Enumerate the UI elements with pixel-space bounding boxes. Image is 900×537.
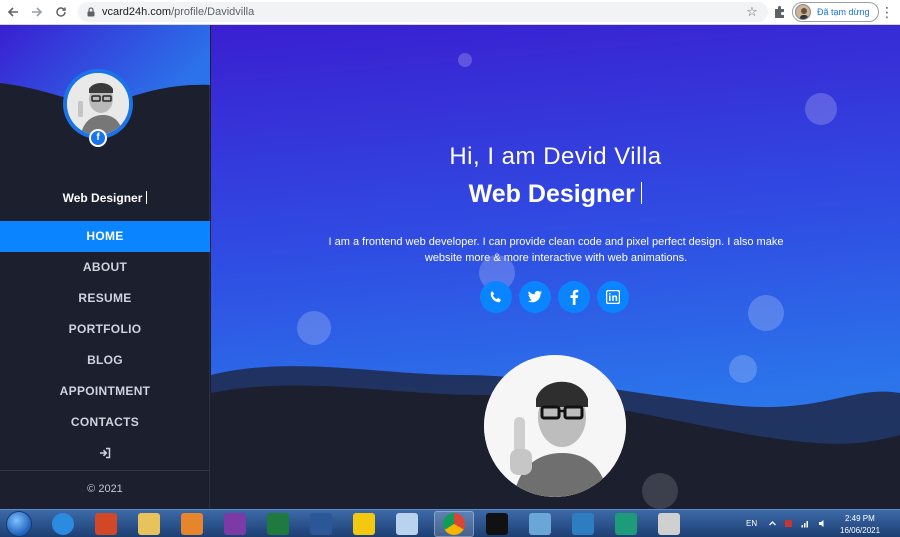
linkedin-icon (606, 290, 620, 304)
tray-expand-icon[interactable] (768, 519, 777, 528)
decor-bubble (748, 295, 784, 331)
clock-date[interactable]: 16/06/2021 (840, 526, 880, 535)
decor-bubble (458, 53, 472, 67)
app-icon[interactable] (486, 513, 508, 535)
paint-icon[interactable] (529, 513, 551, 535)
hero-description: I am a frontend web developer. I can pro… (328, 236, 784, 264)
menu-item-portfolio[interactable]: PORTFOLIO (0, 314, 210, 345)
reload-icon (56, 7, 66, 17)
clock-time[interactable]: 2:49 PM (845, 514, 875, 523)
tray-flag-icon[interactable] (784, 519, 793, 528)
sidebar-menu: HOME ABOUT RESUME PORTFOLIO BLOG APPOINT… (0, 221, 210, 438)
internet-explorer-icon[interactable] (52, 513, 74, 535)
menu-item-resume[interactable]: RESUME (0, 283, 210, 314)
eye-app-icon[interactable] (658, 513, 680, 535)
typing-cursor (146, 191, 148, 204)
windows-taskbar: EN 2:49 PM 16/06/2021 (0, 509, 900, 537)
phone-button[interactable] (480, 281, 512, 313)
network-signal-icon[interactable] (801, 519, 810, 528)
hero-role: Web Designer (211, 180, 900, 209)
hero-greeting: Hi, I am Devid Villa (449, 143, 662, 170)
address-bar[interactable]: vcard24h.com/profile/Davidvilla (78, 2, 768, 22)
facebook-button[interactable] (558, 281, 590, 313)
menu-item-home[interactable]: HOME (0, 221, 210, 252)
menu-item-blog[interactable]: BLOG (0, 345, 210, 376)
phone-icon (490, 291, 501, 303)
media-player-icon[interactable] (181, 513, 203, 535)
hero-portrait (484, 355, 626, 497)
lock-icon (87, 7, 95, 17)
sidebar: f Web Designer HOME ABOUT RESUME PORTFOL… (0, 25, 210, 509)
back-button[interactable] (2, 1, 24, 23)
notepad-icon[interactable] (396, 513, 418, 535)
typing-cursor (640, 182, 643, 204)
forward-button[interactable] (26, 1, 48, 23)
profile-status: Đã tạm dừng (817, 7, 870, 17)
decor-bubble (642, 473, 678, 509)
twitter-icon (527, 290, 542, 303)
menu-item-about[interactable]: ABOUT (0, 252, 210, 283)
forward-arrow-icon (32, 7, 43, 17)
language-indicator[interactable]: EN (746, 519, 757, 528)
powerpoint-icon[interactable] (95, 513, 117, 535)
sidebar-role-title: Web Designer (0, 191, 210, 205)
decor-bubble (805, 93, 837, 125)
power-bi-icon[interactable] (353, 513, 375, 535)
menu-item-contacts[interactable]: CONTACTS (0, 407, 210, 438)
onenote-icon[interactable] (224, 513, 246, 535)
reload-button[interactable] (50, 1, 72, 23)
linkedin-button[interactable] (597, 281, 629, 313)
browser-toolbar: vcard24h.com/profile/Davidvilla ☆ Đã tạm… (0, 0, 900, 25)
document-app-icon[interactable] (615, 513, 637, 535)
word-icon[interactable] (310, 513, 332, 535)
book-icon[interactable] (572, 513, 594, 535)
facebook-badge-icon[interactable]: f (89, 129, 107, 147)
extensions-puzzle-icon[interactable] (772, 4, 788, 20)
social-links (480, 281, 629, 313)
url-path: /profile/Davidvilla (171, 6, 255, 18)
twitter-button[interactable] (519, 281, 551, 313)
profile-chip[interactable]: Đã tạm dừng (792, 2, 879, 22)
browser-menu-icon[interactable]: ⋮ (880, 4, 894, 20)
sign-in-icon[interactable] (99, 447, 111, 459)
excel-icon[interactable] (267, 513, 289, 535)
file-explorer-icon[interactable] (138, 513, 160, 535)
chrome-icon[interactable] (443, 513, 465, 535)
sidebar-divider (0, 470, 210, 471)
url-domain: vcard24h.com (102, 6, 172, 18)
profile-avatar (795, 4, 811, 20)
volume-icon[interactable] (818, 519, 827, 528)
bookmark-star-icon[interactable]: ☆ (744, 4, 760, 20)
hero-section: Hi, I am Devid Villa Web Designer I am a… (211, 25, 900, 509)
facebook-icon (570, 289, 579, 305)
sidebar-copyright: © 2021 (87, 483, 123, 495)
start-button[interactable] (6, 511, 32, 537)
menu-item-appointment[interactable]: APPOINTMENT (0, 376, 210, 407)
back-arrow-icon (7, 7, 18, 17)
